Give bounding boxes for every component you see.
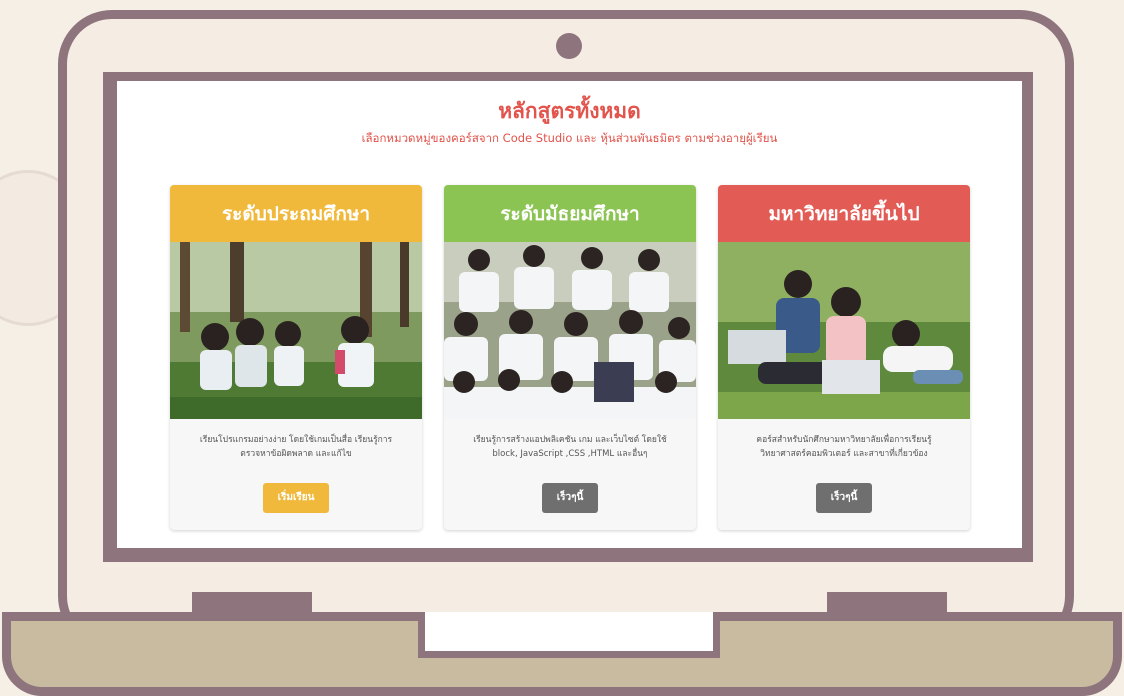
- primary-students-photo: [170, 242, 422, 419]
- card-header-university: มหาวิทยาลัยขึ้นไป: [718, 185, 970, 242]
- card-description-secondary: เรียนรู้การสร้างแอปพลิเคชัน เกม และเว็บไ…: [473, 435, 667, 459]
- coming-soon-button-secondary[interactable]: เร็วๆนี้: [542, 483, 598, 513]
- page-subtitle: เลือกหมวดหมู่ของคอร์สจาก Code Studio และ…: [361, 131, 778, 145]
- university-students-photo: [718, 242, 970, 419]
- page-title: หลักสูตรทั้งหมด: [498, 99, 641, 123]
- course-card-university: มหาวิทยาลัยขึ้นไป คอร์สสำหรับนักศึกษามหา…: [718, 185, 970, 530]
- start-learning-button[interactable]: เริ่มเรียน: [263, 483, 329, 513]
- card-header-primary: ระดับประถมศึกษา: [170, 185, 422, 242]
- course-card-secondary: ระดับมัธยมศึกษา เรียนรู้การสร้างแอปพลิเค…: [444, 185, 696, 530]
- laptop-screen: หลักสูตรทั้งหมด เลือกหมวดหมู่ของคอร์สจาก…: [117, 81, 1022, 548]
- hinge-left: [192, 592, 312, 614]
- coming-soon-button-university[interactable]: เร็วๆนี้: [816, 483, 872, 513]
- card-description-primary: เรียนโปรแกรมอย่างง่าย โดยใช้เกมเป็นสื่อ …: [199, 435, 393, 459]
- webcam-icon: [556, 33, 582, 59]
- card-header-secondary: ระดับมัธยมศึกษา: [444, 185, 696, 242]
- trackpad: [418, 612, 720, 658]
- card-description-university: คอร์สสำหรับนักศึกษามหาวิทยาลัยเพื่อการเร…: [756, 435, 932, 459]
- secondary-students-photo: [444, 242, 696, 419]
- hinge-right: [827, 592, 947, 614]
- course-card-primary: ระดับประถมศึกษา เรียนโปรแกรมอย่างง่าย โด…: [170, 185, 422, 530]
